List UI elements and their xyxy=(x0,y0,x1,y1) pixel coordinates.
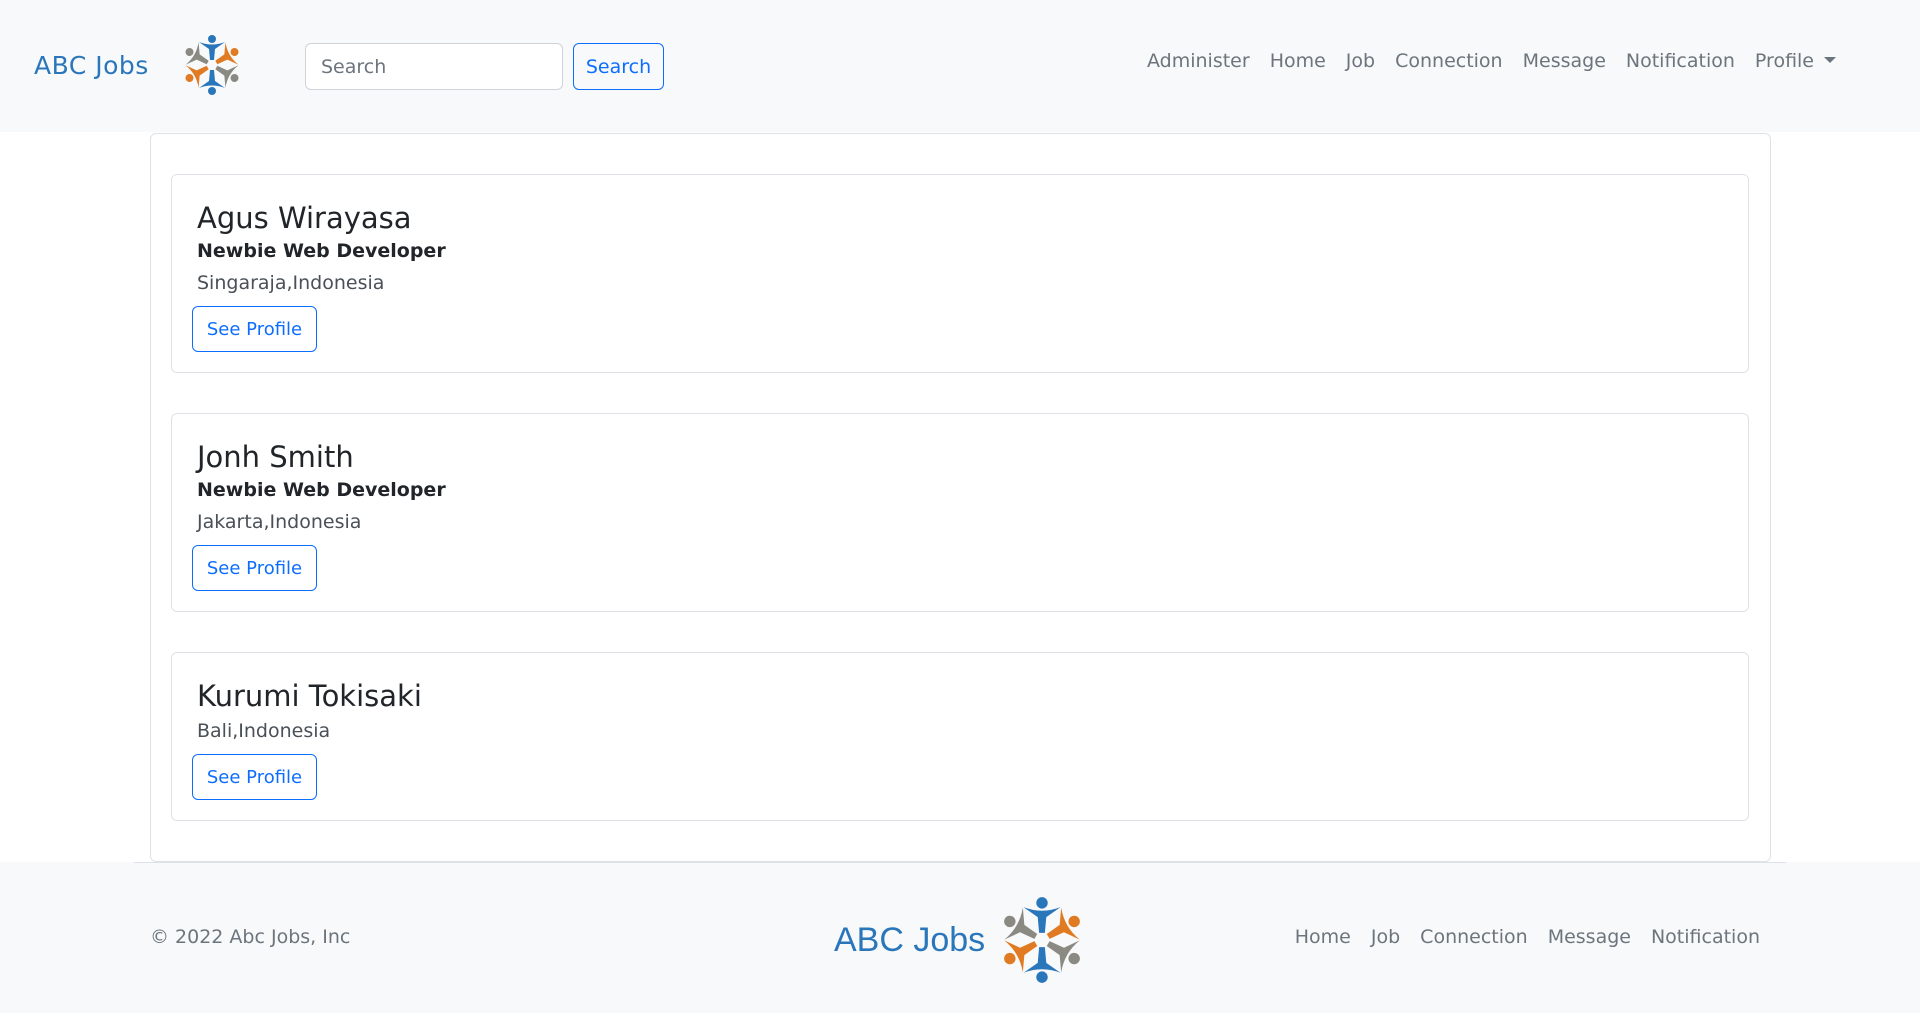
people-circle-logo-icon xyxy=(1004,897,1081,983)
logo-figure xyxy=(1023,897,1061,933)
footer: © 2022 Abc Jobs, Inc ABC Jobs Home Job C… xyxy=(0,862,1920,1013)
profile-card: Jonh Smith Newbie Web Developer Jakarta,… xyxy=(171,413,1749,612)
footer-link-notification[interactable]: Notification xyxy=(1651,926,1760,948)
profile-name: Jonh Smith xyxy=(197,440,354,474)
profile-name: Agus Wirayasa xyxy=(197,201,412,235)
caret-down-icon xyxy=(1824,57,1836,63)
profile-name: Kurumi Tokisaki xyxy=(197,679,422,713)
footer-link-message[interactable]: Message xyxy=(1548,926,1631,948)
footer-divider xyxy=(134,862,1786,863)
profile-location: Singaraja,Indonesia xyxy=(197,272,385,294)
profile-card: Agus Wirayasa Newbie Web Developer Singa… xyxy=(171,174,1749,373)
profile-location: Jakarta,Indonesia xyxy=(197,511,362,533)
nav-job[interactable]: Job xyxy=(1346,50,1375,72)
logo-figure xyxy=(1046,907,1081,940)
logo-figure xyxy=(198,35,225,60)
nav-home[interactable]: Home xyxy=(1270,50,1326,72)
logo-figure xyxy=(1023,947,1061,983)
people-circle-logo-icon xyxy=(185,35,239,95)
nav-notification[interactable]: Notification xyxy=(1626,50,1735,72)
profile-title: Newbie Web Developer xyxy=(197,479,446,501)
copyright-text: © 2022 Abc Jobs, Inc xyxy=(150,926,351,948)
brand-logo-link[interactable]: ABC Jobs xyxy=(34,30,286,100)
brand-name: ABC Jobs xyxy=(34,50,149,80)
logo-figure xyxy=(185,65,209,88)
footer-link-job[interactable]: Job xyxy=(1371,926,1400,948)
profile-card: Kurumi Tokisaki Bali,Indonesia See Profi… xyxy=(171,652,1749,821)
nav-connection[interactable]: Connection xyxy=(1395,50,1503,72)
see-profile-button[interactable]: See Profile xyxy=(192,545,317,591)
logo-figure xyxy=(1004,940,1038,973)
search-input[interactable] xyxy=(305,43,563,90)
profile-title: Newbie Web Developer xyxy=(197,240,446,262)
logo-figure xyxy=(198,70,225,95)
see-profile-button[interactable]: See Profile xyxy=(192,306,317,352)
logo-figure xyxy=(215,65,239,88)
profile-label: Profile xyxy=(1754,50,1814,72)
profile-location: Bali,Indonesia xyxy=(197,720,331,742)
footer-brand-name: ABC Jobs xyxy=(834,920,986,959)
see-profile-button[interactable]: See Profile xyxy=(192,754,317,800)
nav-menu: Administer Home Job Connection Message N… xyxy=(1147,50,1836,72)
logo-figure xyxy=(215,42,239,65)
navbar: ABC Jobs Search Administer Home Job Conn… xyxy=(0,0,1920,132)
footer-link-connection[interactable]: Connection xyxy=(1420,926,1528,948)
search-button[interactable]: Search xyxy=(573,43,664,90)
logo-figure xyxy=(1046,940,1081,973)
logo-figure xyxy=(1004,907,1038,940)
footer-brand-logo[interactable]: ABC Jobs xyxy=(834,890,1097,990)
logo-figure xyxy=(185,42,209,65)
nav-profile-dropdown[interactable]: Profile xyxy=(1755,50,1836,72)
footer-nav: Home Job Connection Message Notification xyxy=(1295,926,1760,948)
nav-administer[interactable]: Administer xyxy=(1147,50,1250,72)
nav-message[interactable]: Message xyxy=(1523,50,1606,72)
footer-link-home[interactable]: Home xyxy=(1295,926,1351,948)
